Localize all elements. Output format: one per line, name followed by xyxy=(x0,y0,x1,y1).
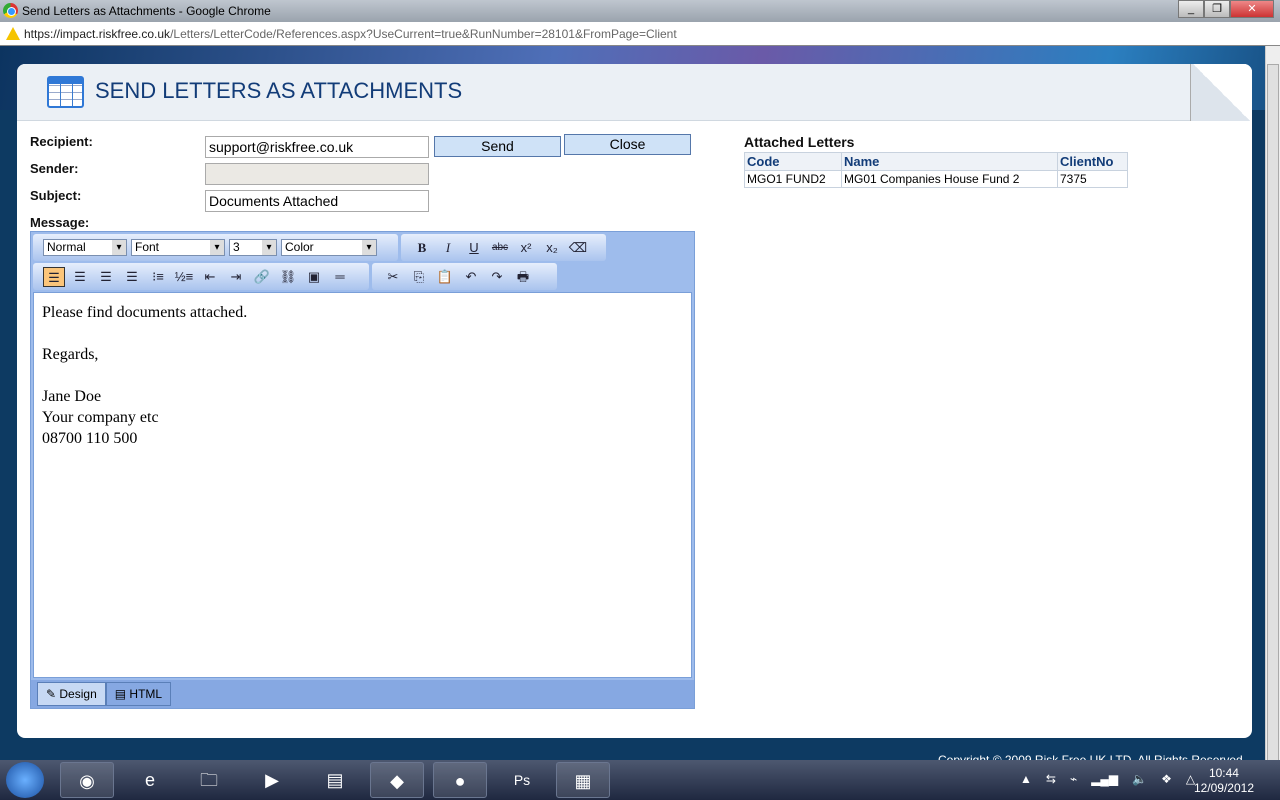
address-bar[interactable]: https://impact.riskfree.co.uk/Letters/Le… xyxy=(0,22,1280,46)
window-title: Send Letters as Attachments - Google Chr… xyxy=(22,4,271,18)
subject-input[interactable]: Documents Attached xyxy=(205,190,429,212)
bold-icon[interactable]: B xyxy=(411,238,433,258)
outdent-icon[interactable]: ⇤ xyxy=(199,267,221,287)
align-center-icon[interactable]: ☰ xyxy=(95,267,117,287)
message-line: Your company etc xyxy=(42,409,159,426)
print-icon[interactable]: 🖶 xyxy=(512,267,534,287)
superscript-icon[interactable]: x² xyxy=(515,238,537,258)
underline-icon[interactable]: U xyxy=(463,238,485,258)
column-header: Name xyxy=(841,152,1058,171)
column-header: ClientNo xyxy=(1057,152,1128,171)
color-select[interactable]: Color xyxy=(281,239,377,256)
scrollbar[interactable] xyxy=(1265,46,1280,769)
remote-taskbar-icon[interactable]: ▤ xyxy=(308,762,362,798)
tab-design[interactable]: ✎ Design xyxy=(37,682,106,706)
format-select[interactable]: Normal xyxy=(43,239,127,256)
subscript-icon[interactable]: x₂ xyxy=(541,238,563,258)
volume-icon[interactable]: 🔈 xyxy=(1132,772,1147,786)
font-select[interactable]: Font xyxy=(131,239,225,256)
powerpoint-taskbar-icon[interactable]: ▦ xyxy=(556,762,610,798)
media-taskbar-icon[interactable]: ▶ xyxy=(245,762,299,798)
chrome-taskbar-icon[interactable]: ◉ xyxy=(60,762,114,798)
attached-table: Code Name ClientNo MGO1 FUND2 MG01 Companie… xyxy=(744,152,1128,188)
sender-label: Sender: xyxy=(30,161,79,176)
recipient-input[interactable]: support@riskfree.co.uk xyxy=(205,136,429,158)
column-header: Code xyxy=(744,152,842,171)
attached-title: Attached Letters xyxy=(744,134,855,150)
undo-icon[interactable]: ↶ xyxy=(460,267,482,287)
sync-icon[interactable]: ⇆ xyxy=(1046,772,1056,786)
calendar-table-icon xyxy=(47,76,84,108)
close-button[interactable]: Close xyxy=(564,134,691,155)
strikethrough-icon[interactable]: abc xyxy=(489,238,511,258)
explorer-taskbar-icon[interactable]: 🗀 xyxy=(182,762,236,798)
clock[interactable]: 10:44 12/09/2012 xyxy=(1194,766,1254,796)
power-icon[interactable]: ⌁ xyxy=(1070,772,1077,786)
page-title: SEND LETTERS AS ATTACHMENTS xyxy=(95,78,463,103)
align-right-icon[interactable]: ☰ xyxy=(69,267,91,287)
send-button[interactable]: Send xyxy=(434,136,561,157)
rich-text-editor: Normal Font 3 Color B I U abc x² x₂ ⌫ ☰ … xyxy=(30,231,695,709)
cut-icon[interactable]: ✂ xyxy=(382,267,404,287)
image-icon[interactable]: ▣ xyxy=(303,267,325,287)
message-line: Please find documents attached. xyxy=(42,304,248,321)
page-curl-decoration xyxy=(1190,64,1252,121)
recipient-label: Recipient: xyxy=(30,134,93,149)
photoshop-taskbar-icon[interactable]: Ps xyxy=(495,762,549,798)
indent-icon[interactable]: ⇥ xyxy=(225,267,247,287)
justify-icon[interactable]: ☰ xyxy=(121,267,143,287)
paste-icon[interactable]: 📋 xyxy=(434,267,456,287)
horizontal-rule-icon[interactable]: ═ xyxy=(329,267,351,287)
unlink-icon[interactable]: ⛓ xyxy=(277,267,299,287)
chrome-icon xyxy=(3,3,18,18)
toolbar-format: Normal Font 3 Color xyxy=(33,234,398,261)
align-left-icon[interactable]: ☰ xyxy=(43,266,65,287)
copyright: Copyright © 2009 Risk Free UK LTD. All R… xyxy=(938,753,1243,760)
main-panel: SEND LETTERS AS ATTACHMENTS Recipient: s… xyxy=(17,64,1252,738)
url-path: /Letters/LetterCode/References.aspx?UseC… xyxy=(170,27,677,41)
minimize-button[interactable]: _ xyxy=(1178,0,1204,18)
attached-letters: Attached Letters Code Name ClientNo MGO1 F… xyxy=(744,134,1128,188)
message-label: Message: xyxy=(30,215,90,230)
eraser-icon[interactable]: ⌫ xyxy=(567,238,589,258)
warning-lock-icon xyxy=(6,27,20,40)
url-host: https://impact.riskfree.co.uk xyxy=(24,27,171,41)
message-line: Regards, xyxy=(42,346,99,363)
sender-input[interactable] xyxy=(205,163,429,185)
message-body[interactable]: Please find documents attached. Regards,… xyxy=(33,292,692,678)
signal-icon[interactable]: ▂▄▆ xyxy=(1091,772,1118,786)
message-line: 08700 110 500 xyxy=(42,430,138,447)
close-window-button[interactable]: ✕ xyxy=(1230,0,1274,18)
italic-icon[interactable]: I xyxy=(437,238,459,258)
message-line: Jane Doe xyxy=(42,388,102,405)
link-icon[interactable]: 🔗 xyxy=(251,267,273,287)
ie-taskbar-icon[interactable]: e xyxy=(123,762,177,798)
size-select[interactable]: 3 xyxy=(229,239,277,256)
numbered-list-icon[interactable]: ½≡ xyxy=(173,267,195,287)
app-taskbar-icon[interactable]: ◆ xyxy=(370,762,424,798)
maximize-button[interactable]: ❐ xyxy=(1204,0,1230,18)
redo-icon[interactable]: ↷ xyxy=(486,267,508,287)
taskbar: ◉ e 🗀 ▶ ▤ ◆ ● Ps ▦ ▲ ⇆ ⌁ ▂▄▆ 🔈 ❖ △ 10:44 12/09/… xyxy=(0,760,1280,800)
tray-expand-icon[interactable]: ▲ xyxy=(1020,772,1032,786)
system-tray: ▲ ⇆ ⌁ ▂▄▆ 🔈 ❖ △ xyxy=(1020,772,1195,786)
copy-icon[interactable]: ⎘ xyxy=(408,267,430,287)
table-row[interactable]: MGO1 FUND2 MG01 Companies House Fund 2 737… xyxy=(744,170,1128,188)
title-bar: Send Letters as Attachments - Google Chr… xyxy=(0,0,1280,22)
bullet-list-icon[interactable]: ⁝≡ xyxy=(147,267,169,287)
start-button[interactable] xyxy=(6,762,44,798)
dropbox-icon[interactable]: ❖ xyxy=(1161,772,1172,786)
subject-label: Subject: xyxy=(30,188,82,203)
tab-html[interactable]: ▤ HTML xyxy=(105,682,172,706)
firefox-taskbar-icon[interactable]: ● xyxy=(433,762,487,798)
